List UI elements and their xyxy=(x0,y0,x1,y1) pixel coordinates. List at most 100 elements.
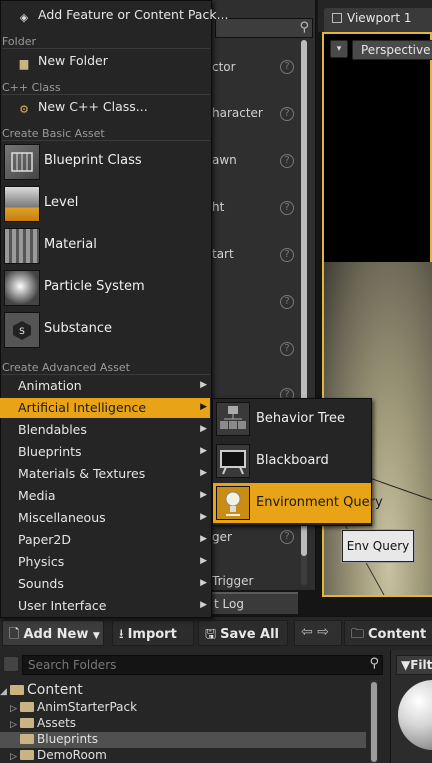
particle-system-icon xyxy=(4,270,40,306)
menu-item-label: Miscellaneous xyxy=(18,510,106,525)
search-placeholder: Search Folders xyxy=(28,658,117,672)
tab-viewport[interactable]: Viewport 1 xyxy=(324,8,432,32)
viewport-icon xyxy=(332,13,342,23)
menu-item-label: Blendables xyxy=(18,422,87,437)
import-label: Import xyxy=(127,627,177,642)
environment-query-item[interactable]: Environment Query xyxy=(213,483,383,523)
blueprint-class-item[interactable]: Blueprint Class xyxy=(2,142,210,182)
menu-item-sounds[interactable]: Sounds ▶ xyxy=(0,574,210,594)
substance-item[interactable]: S Substance xyxy=(2,310,210,350)
chevron-right-icon: ▶ xyxy=(200,402,207,412)
section-advanced-asset: Create Advanced Asset xyxy=(2,361,210,375)
search-icon: ⚲ xyxy=(369,656,379,671)
add-feature-pack-item[interactable]: ◈ Add Feature or Content Pack... xyxy=(2,4,229,26)
environment-query-label: Environment Query xyxy=(256,495,383,510)
forward-arrow-icon[interactable]: ⇨ xyxy=(317,624,329,640)
environment-query-icon xyxy=(216,486,250,520)
folder-icon xyxy=(10,685,24,695)
chevron-right-icon: ▶ xyxy=(200,578,207,588)
save-icon: 🖫 xyxy=(205,627,217,642)
place-item[interactable]: Trigger xyxy=(212,574,302,588)
help-icon[interactable]: ? xyxy=(280,154,294,168)
chevron-right-icon: ▶ xyxy=(200,468,207,478)
expanded-triangle-icon[interactable]: ◢ xyxy=(0,687,10,697)
chevron-down-icon: ▼ xyxy=(92,631,100,641)
help-icon[interactable]: ? xyxy=(280,201,294,215)
help-icon[interactable]: ? xyxy=(280,107,294,121)
menu-item-blueprints[interactable]: Blueprints ▶ xyxy=(0,442,210,462)
cube-icon: ◈ xyxy=(19,11,29,24)
search-folders-input[interactable]: Search Folders ⚲ xyxy=(22,655,383,675)
section-basic-asset: Create Basic Asset xyxy=(2,127,210,141)
tree-scrollbar-thumb[interactable] xyxy=(371,682,377,762)
menu-item-artificial-intelligence[interactable]: Artificial Intelligence ▶ xyxy=(0,398,210,418)
import-button[interactable]: ⭳ Import xyxy=(112,620,194,646)
section-cpp: C++ Class xyxy=(2,81,210,95)
new-cpp-label: New C++ Class... xyxy=(38,99,148,114)
filter-icon: ▼ xyxy=(401,658,411,672)
place-actors-search[interactable]: ⚲ xyxy=(215,18,313,38)
level-item[interactable]: Level xyxy=(2,184,210,224)
chevron-right-icon: ▶ xyxy=(200,600,207,610)
history-nav[interactable]: ⇦ ⇨ xyxy=(294,620,342,646)
menu-item-label: Animation xyxy=(18,378,82,393)
filters-label: Filte xyxy=(410,658,432,672)
tree-item-blueprints[interactable]: Blueprints xyxy=(0,732,366,748)
behavior-tree-item[interactable]: Behavior Tree xyxy=(213,399,371,439)
tab-output-log[interactable]: t Log xyxy=(210,592,298,614)
blueprint-class-label: Blueprint Class xyxy=(44,153,142,168)
menu-item-user-interface[interactable]: User Interface ▶ xyxy=(0,596,210,616)
particle-system-item[interactable]: Particle System xyxy=(2,268,210,308)
chevron-right-icon: ▶ xyxy=(200,380,207,390)
perspective-button[interactable]: Perspective xyxy=(352,40,432,60)
menu-item-media[interactable]: Media ▶ xyxy=(0,486,210,506)
menu-item-materials-textures[interactable]: Materials & Textures ▶ xyxy=(0,464,210,484)
new-folder-item[interactable]: ▆ New Folder xyxy=(2,50,210,72)
folder-icon xyxy=(20,750,34,760)
save-all-label: Save All xyxy=(220,627,280,642)
menu-item-paper2d[interactable]: Paper2D ▶ xyxy=(0,530,210,550)
content-path-button[interactable]: 🗀 Content xyxy=(344,620,432,646)
help-icon[interactable]: ? xyxy=(280,295,294,309)
add-file-icon: 🗋 xyxy=(9,627,20,642)
collapsed-triangle-icon[interactable]: ▷ xyxy=(10,704,20,714)
filters-button[interactable]: ▼Filte xyxy=(396,655,432,675)
tree-item-label: AnimStarterPack xyxy=(37,700,138,714)
chevron-right-icon: ▶ xyxy=(200,556,207,566)
chevron-right-icon: ▶ xyxy=(200,424,207,434)
back-arrow-icon[interactable]: ⇦ xyxy=(301,624,313,640)
sources-toggle-icon[interactable] xyxy=(3,656,19,672)
blueprint-class-icon xyxy=(4,144,40,180)
material-label: Material xyxy=(44,237,97,252)
new-cpp-class-item[interactable]: ⚙ New C++ Class... xyxy=(2,96,210,118)
tree-item-assets[interactable]: ▷ Assets xyxy=(0,716,366,732)
collapsed-triangle-icon[interactable]: ▷ xyxy=(10,720,20,730)
help-icon[interactable]: ? xyxy=(280,342,294,356)
menu-item-label: Artificial Intelligence xyxy=(18,400,147,415)
viewport-options-button[interactable]: ▾ xyxy=(330,40,348,58)
folder-icon xyxy=(20,734,34,744)
section-folder: Folder xyxy=(2,35,210,49)
add-new-button[interactable]: 🗋 Add New ▼ xyxy=(2,620,104,646)
tree-item-label: DemoRoom xyxy=(37,748,107,762)
menu-item-miscellaneous[interactable]: Miscellaneous ▶ xyxy=(0,508,210,528)
material-item[interactable]: Material xyxy=(2,226,210,266)
help-icon[interactable]: ? xyxy=(280,60,294,74)
menu-item-label: Paper2D xyxy=(18,532,71,547)
help-icon[interactable]: ? xyxy=(280,530,294,544)
help-icon[interactable]: ? xyxy=(280,248,294,262)
menu-item-animation[interactable]: Animation ▶ xyxy=(0,376,210,396)
menu-item-blendables[interactable]: Blendables ▶ xyxy=(0,420,210,440)
save-all-button[interactable]: 🖫 Save All xyxy=(198,620,288,646)
chevron-right-icon: ▶ xyxy=(200,534,207,544)
tree-item-content[interactable]: ◢ Content xyxy=(0,682,366,700)
tree-item-animstarterpack[interactable]: ▷ AnimStarterPack xyxy=(0,700,366,716)
cpp-class-icon: ⚙ xyxy=(19,103,29,116)
blackboard-item[interactable]: Blackboard xyxy=(213,441,371,481)
menu-item-physics[interactable]: Physics ▶ xyxy=(0,552,210,572)
collapsed-triangle-icon[interactable]: ▷ xyxy=(10,752,20,762)
folder-icon: 🗀 xyxy=(351,627,365,642)
blackboard-icon xyxy=(216,444,250,478)
add-feature-label: Add Feature or Content Pack... xyxy=(38,7,229,22)
tree-item-demoroom[interactable]: ▷ DemoRoom xyxy=(0,748,366,763)
